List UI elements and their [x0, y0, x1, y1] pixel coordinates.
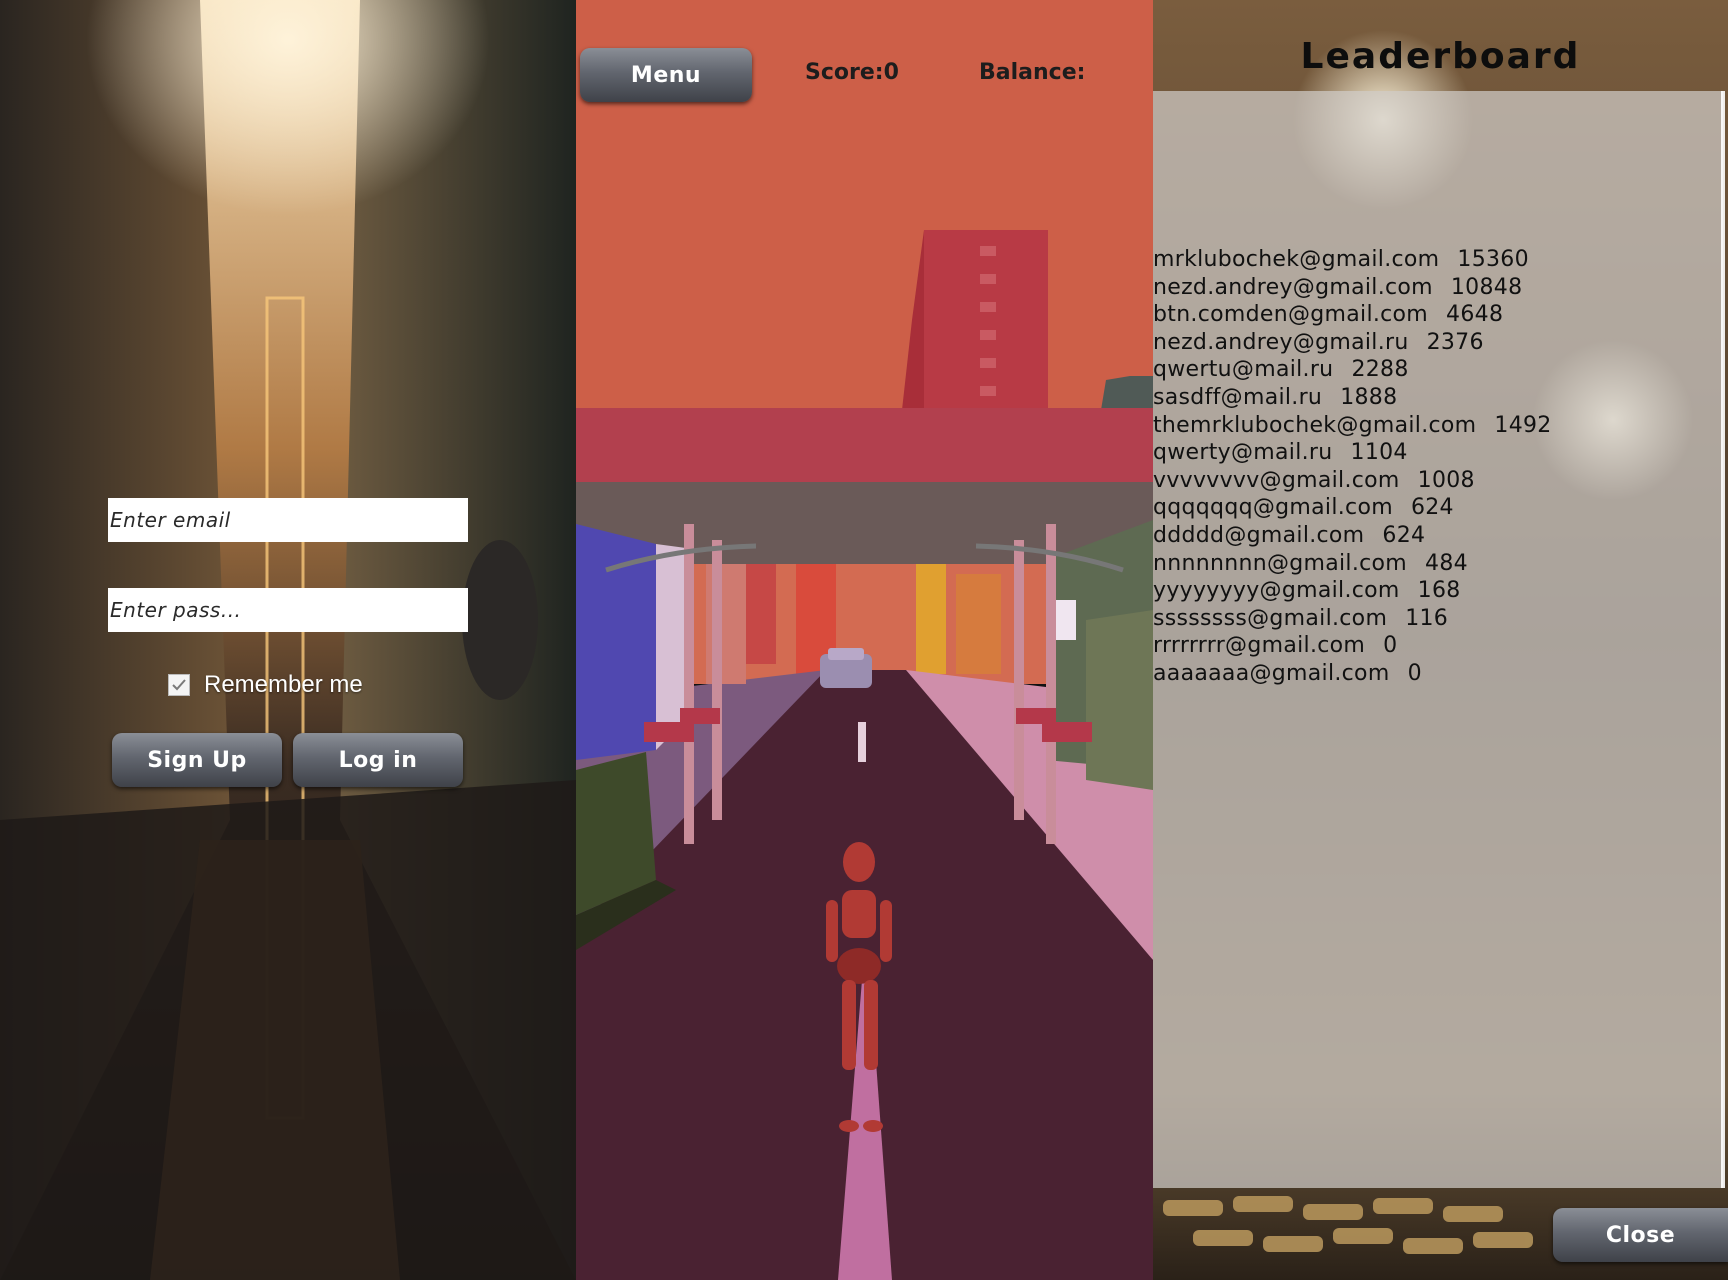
leaderboard-entry: qqqqqqq@gmail.com 624 — [1153, 494, 1552, 522]
leaderboard-entry: nnnnnnnn@gmail.com 484 — [1153, 550, 1552, 578]
leaderboard-entry: nezd.andrey@gmail.ru 2376 — [1153, 329, 1552, 357]
leaderboard-entry: aaaaaaa@gmail.com 0 — [1153, 660, 1552, 688]
remember-me-row[interactable]: Remember me — [168, 671, 363, 698]
leaderboard-entry: yyyyyyyy@gmail.com 168 — [1153, 577, 1552, 605]
entry-email: qwerty@mail.ru — [1153, 440, 1333, 466]
entry-email: ddddd@gmail.com — [1153, 522, 1365, 548]
leaderboard-panel: Leaderboard mrklubochek@gmail.com 15360 n… — [1153, 0, 1728, 1280]
menu-button[interactable]: Menu — [580, 48, 752, 102]
entry-score: 168 — [1417, 578, 1461, 604]
email-field[interactable] — [108, 498, 468, 542]
leaderboard-entry: themrklubochek@gmail.com 1492 — [1153, 412, 1552, 440]
entry-email: aaaaaaa@gmail.com — [1153, 660, 1390, 686]
entry-score: 0 — [1383, 633, 1398, 659]
check-icon — [172, 679, 186, 691]
leaderboard-title: Leaderboard — [1300, 36, 1581, 77]
entry-email: yyyyyyyy@gmail.com — [1153, 578, 1400, 604]
entry-score: 0 — [1407, 660, 1422, 686]
entry-score: 2376 — [1426, 329, 1484, 355]
game-view[interactable]: Menu Score:0 Balance: — [576, 0, 1153, 1280]
entry-score: 4648 — [1446, 302, 1504, 328]
car-obstacle — [820, 648, 872, 688]
entry-score: 624 — [1410, 495, 1454, 521]
leaderboard-list: mrklubochek@gmail.com 15360 nezd.andrey@g… — [1153, 246, 1552, 688]
entry-email: mrklubochek@gmail.com — [1153, 247, 1440, 272]
entry-score: 484 — [1425, 550, 1468, 576]
entry-score: 2288 — [1351, 357, 1409, 383]
password-field[interactable] — [108, 588, 468, 632]
entry-email: qqqqqqq@gmail.com — [1153, 495, 1393, 521]
entry-email: qwertu@mail.ru — [1153, 357, 1334, 383]
leaderboard-entry: btn.comden@gmail.com 4648 — [1153, 301, 1552, 329]
tower-building — [924, 230, 1048, 410]
entry-score: 1104 — [1350, 440, 1408, 466]
entry-score: 1008 — [1417, 467, 1475, 493]
leaderboard-entry: ssssssss@gmail.com 116 — [1153, 605, 1552, 633]
leaderboard-scrollbar[interactable] — [1721, 91, 1725, 1188]
entry-email: vvvvvvvv@gmail.com — [1153, 467, 1400, 493]
entry-score: 624 — [1382, 522, 1426, 548]
leaderboard-entry: sasdff@mail.ru 1888 — [1153, 384, 1552, 412]
entry-score: 10848 — [1450, 274, 1523, 300]
entry-email: rrrrrrrr@gmail.com — [1153, 633, 1366, 659]
entry-email: btn.comden@gmail.com — [1153, 302, 1429, 328]
log-in-button[interactable]: Log in — [293, 733, 463, 787]
leaderboard-entry: qwertu@mail.ru 2288 — [1153, 356, 1552, 384]
sign-up-button[interactable]: Sign Up — [112, 733, 282, 787]
login-panel: Remember me Sign Up Log in — [0, 0, 576, 1280]
leaderboard-entry: mrklubochek@gmail.com 15360 — [1153, 246, 1552, 274]
entry-email: nnnnnnnn@gmail.com — [1153, 550, 1408, 576]
close-button[interactable]: Close — [1553, 1208, 1728, 1262]
score-display: Score:0 — [805, 60, 899, 85]
game-scene-3d[interactable] — [576, 0, 1153, 1280]
leaderboard-entry: vvvvvvvv@gmail.com 1008 — [1153, 467, 1552, 495]
balance-display: Balance: — [979, 60, 1086, 85]
remember-me-checkbox[interactable] — [168, 674, 190, 696]
entry-score: 1492 — [1494, 412, 1552, 438]
leaderboard-entry: rrrrrrrr@gmail.com 0 — [1153, 632, 1552, 660]
entry-score: 15360 — [1457, 247, 1529, 272]
leaderboard-entry: ddddd@gmail.com 624 — [1153, 522, 1552, 550]
remember-me-label: Remember me — [204, 671, 363, 698]
entry-email: themrklubochek@gmail.com — [1153, 412, 1477, 438]
alley-background-image — [0, 0, 576, 1280]
entry-email: ssssssss@gmail.com — [1153, 605, 1388, 631]
entry-email: sasdff@mail.ru — [1153, 384, 1323, 410]
overpass-bridge — [576, 408, 1153, 482]
entry-email: nezd.andrey@gmail.com — [1153, 274, 1433, 300]
entry-score: 116 — [1405, 605, 1449, 631]
leaderboard-entry: qwerty@mail.ru 1104 — [1153, 439, 1552, 467]
leaderboard-entry: nezd.andrey@gmail.com 10848 — [1153, 274, 1552, 302]
entry-score: 1888 — [1340, 384, 1398, 410]
entry-email: nezd.andrey@gmail.ru — [1153, 329, 1409, 355]
